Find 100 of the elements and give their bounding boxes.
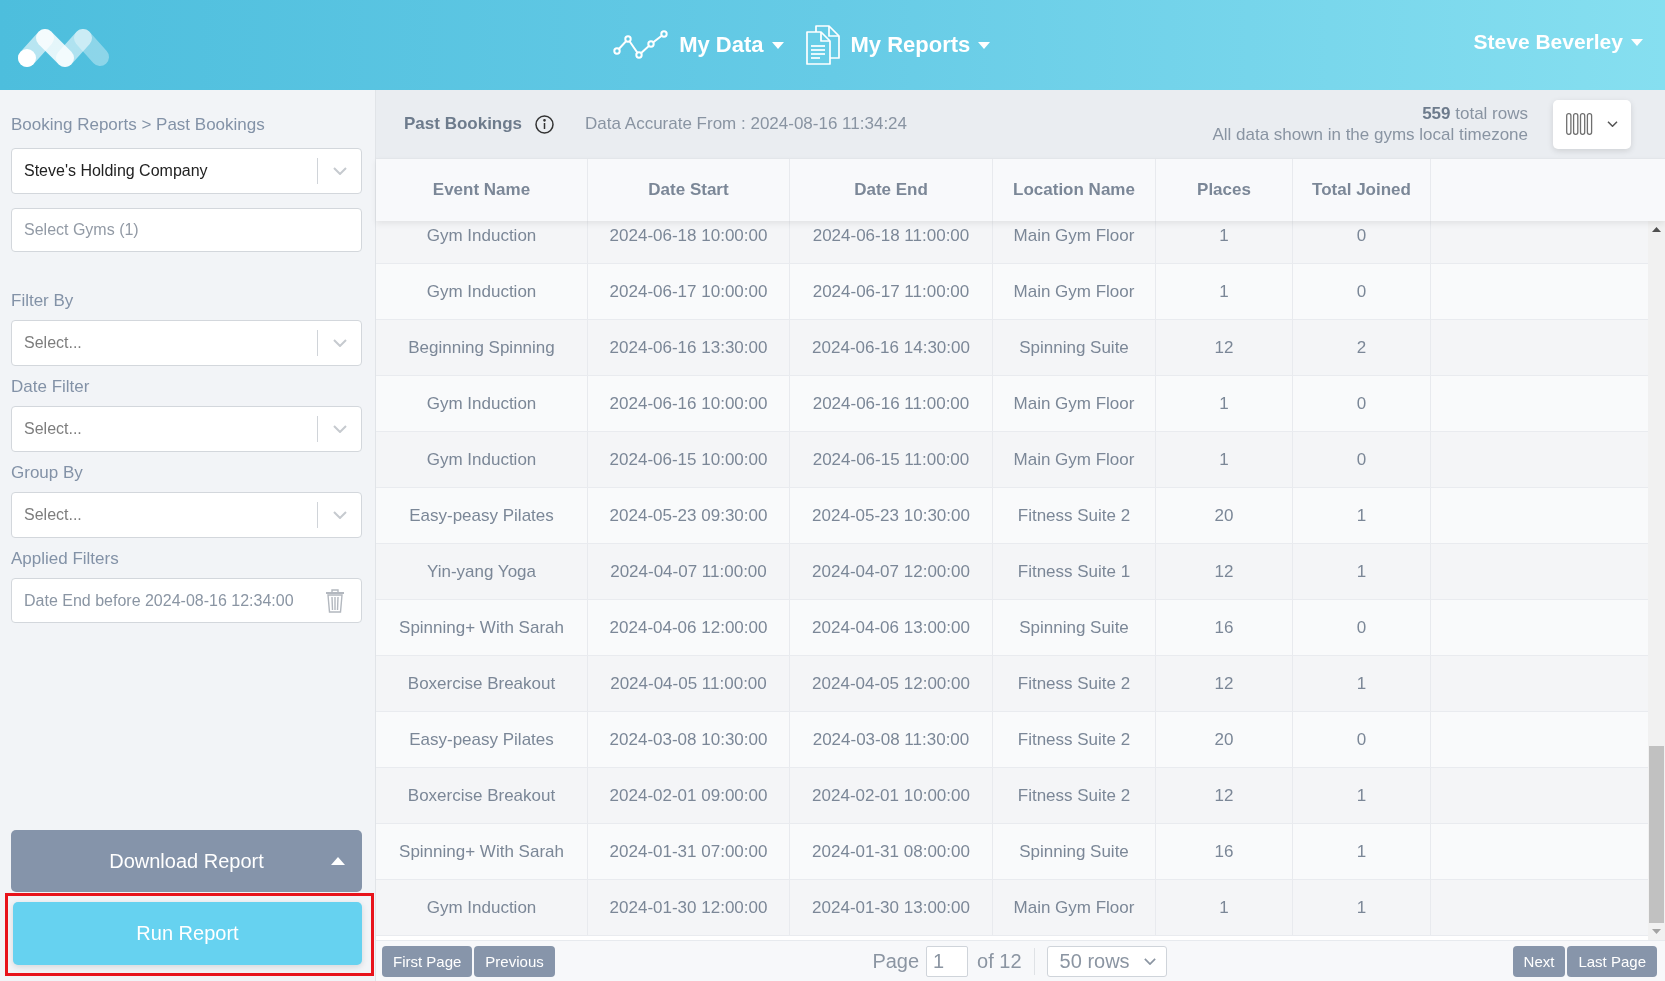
- table-cell: Beginning Spinning: [376, 320, 588, 375]
- row-count-text: 559 total rows: [1422, 103, 1528, 124]
- run-report-button[interactable]: Run Report: [13, 902, 362, 965]
- table-cell: Yin-yang Yoga: [376, 544, 588, 599]
- scrollbar-thumb[interactable]: [1649, 746, 1664, 923]
- table-cell: 2024-02-01 09:00:00: [588, 768, 790, 823]
- filter-select[interactable]: Select...: [11, 320, 362, 366]
- chevron-down-icon: [332, 167, 347, 175]
- next-button[interactable]: Next: [1512, 945, 1566, 977]
- table-cell: 1: [1293, 656, 1431, 711]
- timezone-note: All data shown in the gyms local timezone: [1212, 124, 1528, 145]
- table-cell: 2024-01-30 13:00:00: [790, 880, 993, 935]
- table-cell: 12: [1156, 768, 1293, 823]
- caret-down-icon: [978, 41, 991, 49]
- table-cell: 0: [1293, 221, 1431, 263]
- info-icon[interactable]: [535, 114, 555, 134]
- table-cell: 1: [1156, 432, 1293, 487]
- table-cell: 2024-06-16 11:00:00: [790, 376, 993, 431]
- table-cell: 2024-06-15 10:00:00: [588, 432, 790, 487]
- table-cell: Main Gym Floor: [993, 880, 1156, 935]
- table-cell: Spinning Suite: [993, 600, 1156, 655]
- table-cell: Fitness Suite 2: [993, 488, 1156, 543]
- table-cell: 2024-04-05 12:00:00: [790, 656, 993, 711]
- table-cell: Spinning+ With Sarah: [376, 824, 588, 879]
- table-cell: 1: [1293, 880, 1431, 935]
- table-cell: 2024-04-07 12:00:00: [790, 544, 993, 599]
- filter-select[interactable]: Select...: [11, 492, 362, 538]
- table-cell: Main Gym Floor: [993, 376, 1156, 431]
- user-menu-button[interactable]: Steve Beverley: [1473, 30, 1643, 54]
- table-cell: 12: [1156, 544, 1293, 599]
- table-cell: Fitness Suite 1: [993, 544, 1156, 599]
- rows-per-page-select[interactable]: 50 rows: [1046, 945, 1167, 977]
- chevron-down-icon: [332, 339, 347, 347]
- table-cell: Spinning+ With Sarah: [376, 600, 588, 655]
- table-cell: Main Gym Floor: [993, 221, 1156, 263]
- filter-text: Date End before 2024-08-16 12:34:00: [24, 591, 294, 610]
- caret-up-icon: [331, 857, 345, 865]
- download-button[interactable]: Download Report: [11, 830, 362, 892]
- table-cell: Main Gym Floor: [993, 264, 1156, 319]
- last-page-button[interactable]: Last Page: [1567, 945, 1657, 977]
- chevron-down-icon: [332, 425, 347, 433]
- table-cell: 2024-04-06 13:00:00: [790, 600, 993, 655]
- table-cell: Gym Induction: [376, 880, 588, 935]
- table-cell: 2024-04-05 11:00:00: [588, 656, 790, 711]
- chevron-down-icon: [1607, 121, 1618, 127]
- table-cell: 1: [1156, 221, 1293, 263]
- nav-menu-button[interactable]: My Reports: [805, 25, 991, 65]
- table-cell: Fitness Suite 2: [993, 768, 1156, 823]
- breadcrumb: Booking Reports > Past Bookings: [11, 114, 265, 136]
- caret-down-icon: [1631, 38, 1643, 46]
- table-cell: 2024-01-31 08:00:00: [790, 824, 993, 879]
- table-cell: Gym Induction: [376, 221, 588, 263]
- table-cell: 0: [1293, 376, 1431, 431]
- table-cell: 2024-06-16 13:30:00: [588, 320, 790, 375]
- line-chart-icon: [613, 30, 669, 60]
- table-cell: Easy-peasy Pilates: [376, 488, 588, 543]
- table-cell: 20: [1156, 712, 1293, 767]
- column-toggle-button[interactable]: [1553, 99, 1631, 149]
- page-count-text: of 12: [977, 949, 1022, 973]
- table-cell: 1: [1156, 880, 1293, 935]
- first-page-button[interactable]: First Page: [382, 945, 473, 977]
- scroll-up-icon[interactable]: [1652, 227, 1661, 232]
- table-cell: Gym Induction: [376, 264, 588, 319]
- gym-select-field[interactable]: Select Gyms (1): [11, 208, 362, 252]
- field-label: Filter By: [11, 290, 74, 312]
- page-label: Page: [872, 949, 920, 973]
- table-cell: 2024-01-30 12:00:00: [588, 880, 790, 935]
- company-select[interactable]: Steve's Holding Company: [11, 148, 362, 194]
- nav-menu-button[interactable]: My Data: [613, 30, 784, 60]
- table-cell: 12: [1156, 656, 1293, 711]
- table-cell: Spinning Suite: [993, 320, 1156, 375]
- table-cell: 1: [1156, 264, 1293, 319]
- filter-select[interactable]: Select...: [11, 406, 362, 452]
- table-cell: 0: [1293, 600, 1431, 655]
- table-cell: 1: [1156, 376, 1293, 431]
- table-cell: 2024-06-15 11:00:00: [790, 432, 993, 487]
- table-cell: 2024-06-16 10:00:00: [588, 376, 790, 431]
- data-accuracy-text: Data Accurate From : 2024-08-16 11:34:24: [585, 114, 908, 134]
- report-title: Past Bookings: [404, 114, 523, 134]
- table-cell: 2024-06-17 10:00:00: [588, 264, 790, 319]
- table-cell: Gym Induction: [376, 376, 588, 431]
- table-cell: 1: [1293, 768, 1431, 823]
- table-cell: 1: [1293, 824, 1431, 879]
- table-cell: 0: [1293, 264, 1431, 319]
- table-cell: Spinning Suite: [993, 824, 1156, 879]
- table-cell: 16: [1156, 824, 1293, 879]
- previous-button[interactable]: Previous: [474, 945, 555, 977]
- table-cell: 2024-04-06 12:00:00: [588, 600, 790, 655]
- table-cell: 20: [1156, 488, 1293, 543]
- field-label: Date Filter: [11, 376, 90, 398]
- table-cell: 2: [1293, 320, 1431, 375]
- table-cell: 2024-03-08 11:30:00: [790, 712, 993, 767]
- chevron-down-icon: [332, 511, 347, 519]
- table-cell: 2024-05-23 10:30:00: [790, 488, 993, 543]
- table-cell: 1: [1293, 544, 1431, 599]
- table-cell: 2024-06-16 14:30:00: [790, 320, 993, 375]
- table-cell: 16: [1156, 600, 1293, 655]
- table-cell: Main Gym Floor: [993, 432, 1156, 487]
- table-cell: 2024-03-08 10:30:00: [588, 712, 790, 767]
- page-input[interactable]: 1: [926, 945, 969, 977]
